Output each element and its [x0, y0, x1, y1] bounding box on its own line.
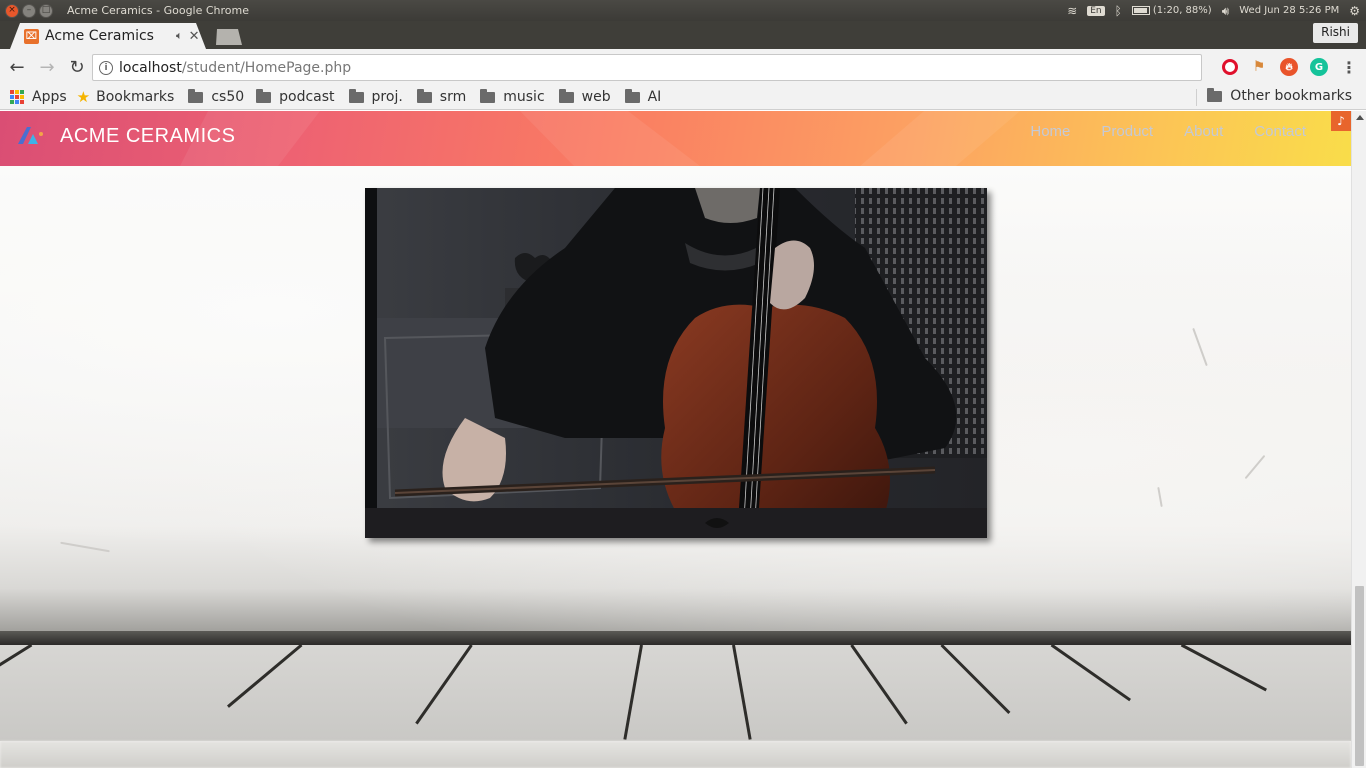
nav-contact-link[interactable]: Contact [1254, 123, 1306, 140]
floor-edge [0, 631, 1351, 645]
web-page: ACME CERAMICS Home Product About Contact… [0, 111, 1351, 768]
forward-button[interactable]: → [34, 54, 60, 80]
battery-indicator[interactable]: (1:20, 88%) [1131, 5, 1212, 16]
window-controls: × – □ [5, 3, 53, 18]
folder-icon [480, 88, 496, 103]
window-close-button[interactable]: × [5, 3, 19, 18]
clock[interactable]: Wed Jun 28 5:26 PM [1239, 5, 1339, 16]
bookmark-apps[interactable]: Apps [10, 89, 67, 105]
browser-tab[interactable]: ⌧ Acme Ceramics 🔈︎ ✕ [10, 23, 206, 49]
folder-icon [256, 88, 272, 103]
video-player[interactable] [365, 188, 987, 538]
browser-tab-strip: ⌧ Acme Ceramics 🔈︎ ✕ Rishi [0, 21, 1366, 49]
settings-gear-icon[interactable]: ⚙ [1349, 5, 1360, 17]
folder-icon [558, 88, 574, 103]
bookmark-label: Bookmarks [96, 89, 175, 105]
bookmarks-bar: Apps ★ Bookmarks cs50 podcast proj. srm … [0, 85, 1366, 110]
bluetooth-icon[interactable]: ᛒ [1115, 5, 1122, 17]
window-maximize-button[interactable]: □ [39, 3, 53, 18]
os-top-bar: × – □ Acme Ceramics - Google Chrome ≋ En… [0, 0, 1366, 21]
browser-toolbar: ← → ↻ i localhost/student/HomePage.php ⚑… [0, 49, 1366, 85]
url-path: /student/HomePage.php [181, 59, 352, 76]
bookmarks-separator [1196, 89, 1197, 106]
extension-icons: ⚑ 🔥︎ G ⋮ [1222, 58, 1358, 77]
nav-about-link[interactable]: About [1184, 123, 1223, 140]
bookmark-folder-podcast[interactable]: podcast [256, 88, 335, 105]
bookmark-label: srm [439, 89, 467, 105]
chrome-menu-icon[interactable]: ⋮ [1340, 58, 1358, 77]
folder-icon [416, 88, 432, 103]
wifi-icon[interactable]: ≋ [1067, 5, 1077, 17]
scrollbar-thumb[interactable] [1355, 586, 1364, 766]
floor [0, 645, 1351, 741]
address-bar[interactable]: i localhost/student/HomePage.php [92, 54, 1202, 81]
back-button[interactable]: ← [4, 54, 30, 80]
wall-texture [1244, 454, 1266, 480]
folder-icon [188, 88, 204, 103]
bookmark-folder-music[interactable]: music [480, 88, 545, 105]
apps-grid-icon [10, 90, 24, 104]
bookmark-folder-ai[interactable]: AI [624, 88, 662, 105]
site-brand[interactable]: ACME CERAMICS [60, 125, 235, 148]
star-icon: ★ [76, 88, 91, 106]
bookmark-label: Other bookmarks [1230, 88, 1352, 104]
tab-close-icon[interactable]: ✕ [189, 29, 200, 44]
acme-logo-icon[interactable] [16, 124, 44, 146]
fire-extension-icon[interactable]: 🔥︎ [1280, 58, 1298, 76]
tab-audio-icon[interactable]: 🔈︎ [176, 29, 183, 43]
bookmark-folder-web[interactable]: web [558, 88, 611, 105]
volume-icon[interactable]: 🔊︎ [1222, 5, 1230, 17]
music-note-icon[interactable]: ♪ [1331, 111, 1351, 131]
bookmark-label: web [581, 89, 611, 105]
folder-icon [1207, 87, 1223, 102]
folder-icon [624, 88, 640, 103]
page-scrollbar[interactable] [1351, 111, 1366, 768]
opera-vpn-icon[interactable] [1222, 59, 1238, 75]
wall-texture [60, 541, 110, 553]
reload-button[interactable]: ↻ [64, 54, 90, 80]
bookmark-label: proj. [371, 89, 403, 105]
new-tab-button[interactable] [216, 29, 242, 45]
bookmark-folder-cs50[interactable]: cs50 [188, 88, 245, 105]
navbar-facet [520, 111, 700, 166]
site-navbar: ACME CERAMICS Home Product About Contact… [0, 111, 1351, 166]
battery-text: (1:20, 88%) [1152, 5, 1212, 16]
bookmark-folder-srm[interactable]: srm [416, 88, 467, 105]
xampp-favicon-icon: ⌧ [24, 28, 39, 44]
site-info-icon[interactable]: i [99, 60, 113, 75]
bookmark-label: music [503, 89, 545, 105]
keyboard-layout-indicator[interactable]: En [1087, 5, 1105, 16]
bookmark-label: podcast [279, 89, 335, 105]
grammarly-icon[interactable]: G [1310, 58, 1328, 76]
flag-extension-icon[interactable]: ⚑ [1250, 58, 1268, 76]
scroll-up-arrow-icon[interactable] [1356, 115, 1364, 120]
wall-texture [1192, 327, 1208, 367]
nav-home-link[interactable]: Home [1030, 123, 1070, 140]
tab-title: Acme Ceramics [45, 28, 154, 44]
bookmark-bookmarks[interactable]: ★ Bookmarks [77, 88, 175, 106]
profile-button[interactable]: Rishi [1313, 23, 1358, 43]
floor-reflection [0, 741, 1351, 768]
bookmark-folder-proj[interactable]: proj. [348, 88, 403, 105]
folder-icon [348, 88, 364, 103]
wall-texture [1157, 486, 1163, 508]
url-host: localhost [119, 59, 182, 76]
site-nav-menu: Home Product About Contact [1030, 123, 1306, 140]
cellist-video-frame [365, 188, 987, 538]
bookmark-label: Apps [32, 89, 67, 105]
navbar-facet [860, 111, 1020, 166]
bookmark-label: cs50 [211, 89, 245, 105]
bookmark-label: AI [647, 89, 662, 105]
bookmark-other[interactable]: Other bookmarks [1207, 87, 1352, 104]
nav-product-link[interactable]: Product [1101, 123, 1153, 140]
window-title: Acme Ceramics - Google Chrome [67, 4, 250, 17]
window-minimize-button[interactable]: – [22, 3, 36, 18]
battery-icon [1131, 6, 1150, 15]
